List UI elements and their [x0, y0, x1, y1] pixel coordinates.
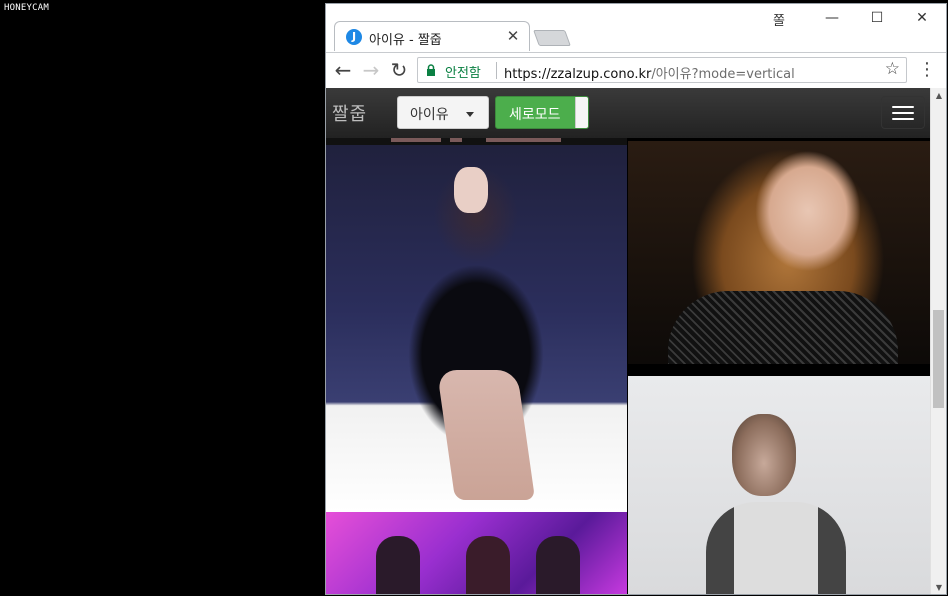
profile-button[interactable]: 쫄	[773, 10, 785, 29]
site-favicon-icon: J	[346, 29, 362, 45]
close-window-button[interactable]: ✕	[908, 10, 936, 26]
image-figure	[454, 167, 488, 213]
scroll-up-arrow-icon[interactable]: ▲	[931, 88, 946, 104]
maximize-button[interactable]: ☐	[863, 10, 891, 26]
reload-button[interactable]: ↻	[387, 57, 411, 83]
secure-label: 안전함	[445, 66, 481, 81]
scrollbar-thumb[interactable]	[933, 310, 944, 408]
honeycam-watermark: HONEYCAM	[4, 3, 49, 13]
tab-close-icon[interactable]: ✕	[505, 27, 521, 45]
url-path: /아이유?mode=vertical	[651, 67, 795, 82]
toggle-label: 세로모드	[509, 107, 561, 123]
address-bar[interactable]: 안전함 https://zzalzup.cono.kr/아이유?mode=ver…	[417, 57, 907, 83]
url-text[interactable]: https://zzalzup.cono.kr/아이유?mode=vertica…	[504, 63, 795, 82]
image-figure	[706, 502, 846, 594]
image-figure	[732, 414, 796, 496]
browser-toolbar: ← → ↻ 안전함 https://zzalzup.cono.kr/아이유?mo…	[326, 52, 946, 88]
site-navbar: 짤줍 아이유 세로모드	[326, 88, 930, 138]
back-button[interactable]: ←	[331, 57, 355, 83]
page-scrollbar[interactable]: ▲ ▼	[930, 88, 946, 594]
forward-button[interactable]: →	[359, 57, 383, 83]
gallery-image[interactable]	[628, 141, 930, 364]
image-figure	[436, 370, 536, 500]
gallery-image[interactable]	[628, 376, 930, 594]
gallery-image[interactable]	[326, 145, 627, 512]
dropdown-label: 아이유	[410, 107, 449, 123]
idol-dropdown[interactable]: 아이유	[397, 96, 489, 129]
tab-strip: J 아이유 - 짤줍 ✕ 쫄 — ☐ ✕	[326, 4, 946, 54]
bookmark-star-icon[interactable]: ☆	[885, 59, 900, 79]
site-brand[interactable]: 짤줍	[332, 100, 367, 126]
gallery-image[interactable]	[326, 512, 627, 594]
page-viewport: 짤줍 아이유 세로모드	[326, 88, 930, 594]
tab-title: 아이유 - 짤줍	[369, 33, 442, 48]
new-tab-button[interactable]	[533, 30, 571, 46]
image-figure	[668, 291, 898, 364]
caret-down-icon	[466, 112, 474, 117]
toggle-knob	[575, 97, 588, 128]
browser-tab[interactable]: J 아이유 - 짤줍 ✕	[334, 21, 530, 51]
vertical-mode-toggle[interactable]: 세로모드	[495, 96, 589, 129]
minimize-button[interactable]: —	[818, 10, 846, 26]
browser-window: J 아이유 - 짤줍 ✕ 쫄 — ☐ ✕ ← → ↻ 안전함 https://z…	[325, 3, 947, 595]
url-host: https://zzalzup.cono.kr	[504, 67, 652, 82]
hamburger-menu-icon[interactable]	[881, 96, 925, 129]
gallery-image-top-strip	[326, 138, 627, 145]
scroll-down-arrow-icon[interactable]: ▼	[931, 580, 946, 594]
omnibox-separator	[496, 62, 497, 79]
browser-menu-icon[interactable]: ⋮	[918, 57, 936, 83]
lock-icon	[427, 64, 435, 76]
